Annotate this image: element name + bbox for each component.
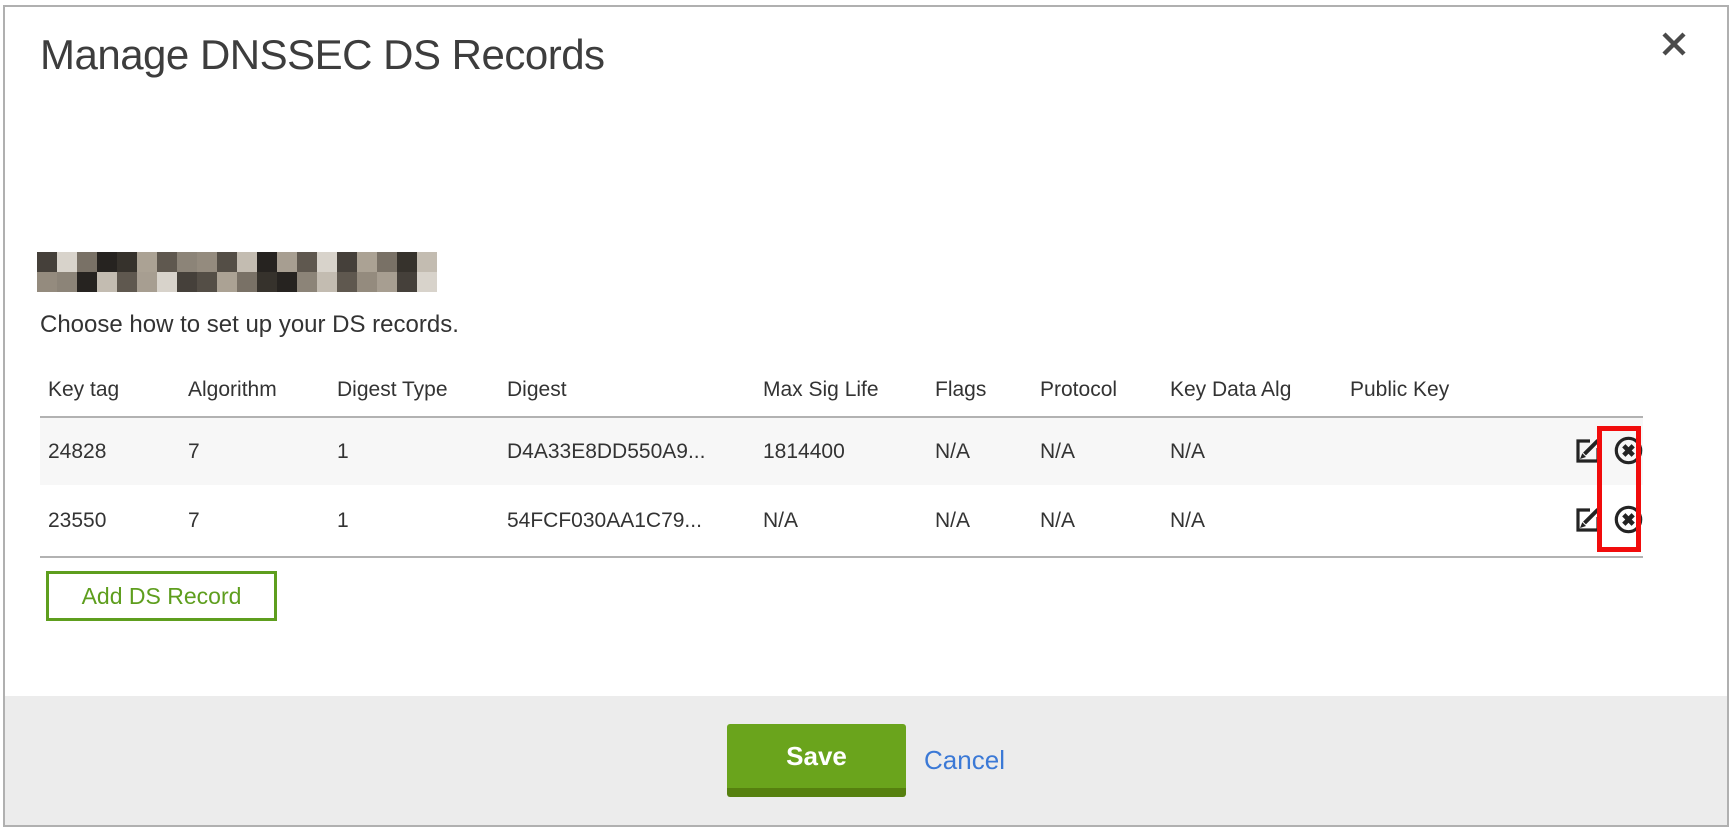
col-algorithm: Algorithm	[180, 370, 329, 417]
ds-records-table: Key tag Algorithm Digest Type Digest Max…	[40, 370, 1643, 558]
delete-record-button[interactable]	[1613, 435, 1643, 469]
cell-digest-type: 1	[329, 485, 499, 557]
cell-protocol: N/A	[1032, 417, 1162, 485]
col-public-key: Public Key	[1342, 370, 1565, 417]
edit-pencil-square-icon	[1573, 452, 1601, 467]
col-key-tag: Key tag	[40, 370, 180, 417]
cell-digest: D4A33E8DD550A9...	[499, 417, 755, 485]
table-row: 24828 7 1 D4A33E8DD550A9... 1814400 N/A …	[40, 417, 1643, 485]
edit-pencil-square-icon	[1573, 521, 1601, 536]
col-protocol: Protocol	[1032, 370, 1162, 417]
close-button[interactable]	[1657, 27, 1691, 61]
cell-flags: N/A	[927, 417, 1032, 485]
cell-digest-type: 1	[329, 417, 499, 485]
dnssec-modal: Manage DNSSEC DS Records Choose how to s…	[3, 5, 1729, 827]
cell-key-data-alg: N/A	[1162, 485, 1342, 557]
cell-flags: N/A	[927, 485, 1032, 557]
ds-records-table-wrap: Key tag Algorithm Digest Type Digest Max…	[40, 370, 1643, 558]
edit-record-button[interactable]	[1573, 436, 1601, 467]
col-flags: Flags	[927, 370, 1032, 417]
cell-protocol: N/A	[1032, 485, 1162, 557]
table-row: 23550 7 1 54FCF030AA1C79... N/A N/A N/A …	[40, 485, 1643, 557]
delete-record-button[interactable]	[1613, 504, 1643, 538]
cell-algorithm: 7	[180, 485, 329, 557]
table-header-row: Key tag Algorithm Digest Type Digest Max…	[40, 370, 1643, 417]
col-digest: Digest	[499, 370, 755, 417]
col-max-sig-life: Max Sig Life	[755, 370, 927, 417]
instruction-text: Choose how to set up your DS records.	[40, 311, 459, 339]
col-key-data-alg: Key Data Alg	[1162, 370, 1342, 417]
cell-public-key	[1342, 485, 1565, 557]
cell-key-tag: 23550	[40, 485, 180, 557]
cell-algorithm: 7	[180, 417, 329, 485]
circled-x-delete-icon	[1613, 454, 1643, 469]
cancel-link[interactable]: Cancel	[924, 745, 1005, 776]
cell-key-tag: 24828	[40, 417, 180, 485]
modal-footer: Save Cancel	[5, 696, 1727, 825]
redacted-domain-name	[37, 252, 437, 292]
edit-record-button[interactable]	[1573, 505, 1601, 536]
col-digest-type: Digest Type	[329, 370, 499, 417]
page-title: Manage DNSSEC DS Records	[40, 31, 605, 79]
cell-public-key	[1342, 417, 1565, 485]
col-actions	[1565, 370, 1643, 417]
close-icon	[1661, 45, 1687, 60]
cell-max-sig-life: 1814400	[755, 417, 927, 485]
circled-x-delete-icon	[1613, 523, 1643, 538]
save-button[interactable]: Save	[727, 724, 906, 797]
cell-digest: 54FCF030AA1C79...	[499, 485, 755, 557]
cell-max-sig-life: N/A	[755, 485, 927, 557]
cell-key-data-alg: N/A	[1162, 417, 1342, 485]
add-ds-record-button[interactable]: Add DS Record	[46, 571, 277, 621]
